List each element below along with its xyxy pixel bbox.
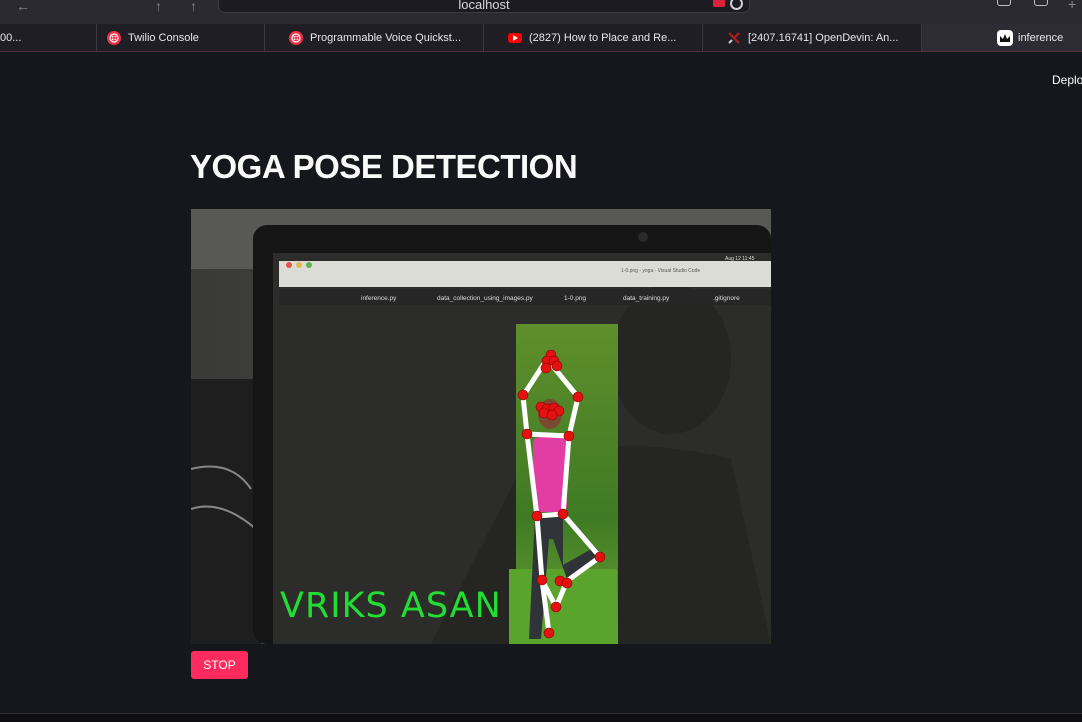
tab-label: 00... xyxy=(0,31,22,44)
tab-strip: 00... Twilio Console Programmable Voice … xyxy=(0,24,1082,52)
extensions-icon[interactable] xyxy=(997,0,1011,6)
screen-tab-label: 1-0.png xyxy=(564,295,586,302)
tab-inference[interactable]: inference xyxy=(922,24,1082,51)
screen-tab-label: data_collection_using_images.py xyxy=(437,295,534,302)
browser-toolbar: ← ↑ ↑ localhost + xyxy=(0,0,1082,24)
twilio-icon xyxy=(107,30,121,45)
bookmarks-icon[interactable]: ↑ xyxy=(155,0,162,14)
address-bar-url[interactable]: localhost xyxy=(219,0,749,12)
webcam-video-frame: 1-0.png - yoga - Visual Studio Code Aug … xyxy=(191,209,771,644)
tab-label: Programmable Voice Quickst... xyxy=(310,31,462,44)
tab-youtube[interactable]: (2827) How to Place and Re... xyxy=(484,24,703,51)
back-arrow-icon[interactable]: ← xyxy=(16,0,30,14)
tab-overview-icon[interactable] xyxy=(1034,0,1048,6)
pose-label: VRIKS ASAN xyxy=(280,586,502,626)
webcam-feed-image: 1-0.png - yoga - Visual Studio Code Aug … xyxy=(191,209,771,644)
new-tab-icon[interactable]: + xyxy=(1068,0,1076,12)
address-bar[interactable]: localhost xyxy=(218,0,750,13)
screen-tab-label: inference.py xyxy=(361,295,397,302)
tab-label: inference xyxy=(1018,31,1064,44)
camera-in-use-icon[interactable] xyxy=(713,0,725,7)
arxiv-icon xyxy=(727,31,741,45)
tab-arxiv[interactable]: [2407.16741] OpenDevin: An... xyxy=(703,24,922,51)
tab-label: Twilio Console xyxy=(128,31,199,44)
page-title: YOGA POSE DETECTION xyxy=(190,148,578,185)
deploy-button[interactable]: Deploy xyxy=(1052,73,1082,87)
screen-tab-label: data_training.py xyxy=(623,295,670,302)
twilio-icon xyxy=(289,30,303,45)
screen-clock: Aug 12 11:45 xyxy=(725,256,755,262)
screen-window-title: 1-0.png - yoga - Visual Studio Code xyxy=(621,268,700,274)
share-icon[interactable]: ↑ xyxy=(190,0,197,14)
tab-label: [2407.16741] OpenDevin: An... xyxy=(748,31,899,44)
tab-label: (2827) How to Place and Re... xyxy=(529,31,677,44)
screen-tab-label: .gitignore xyxy=(713,295,740,302)
youtube-icon xyxy=(508,32,522,43)
streamlit-crown-icon xyxy=(997,29,1013,46)
tab-twilio-console[interactable]: Twilio Console xyxy=(97,24,265,51)
tab-00[interactable]: 00... xyxy=(0,24,97,51)
tab-programmable-voice[interactable]: Programmable Voice Quickst... xyxy=(265,24,484,51)
stop-button[interactable]: STOP xyxy=(191,651,248,679)
